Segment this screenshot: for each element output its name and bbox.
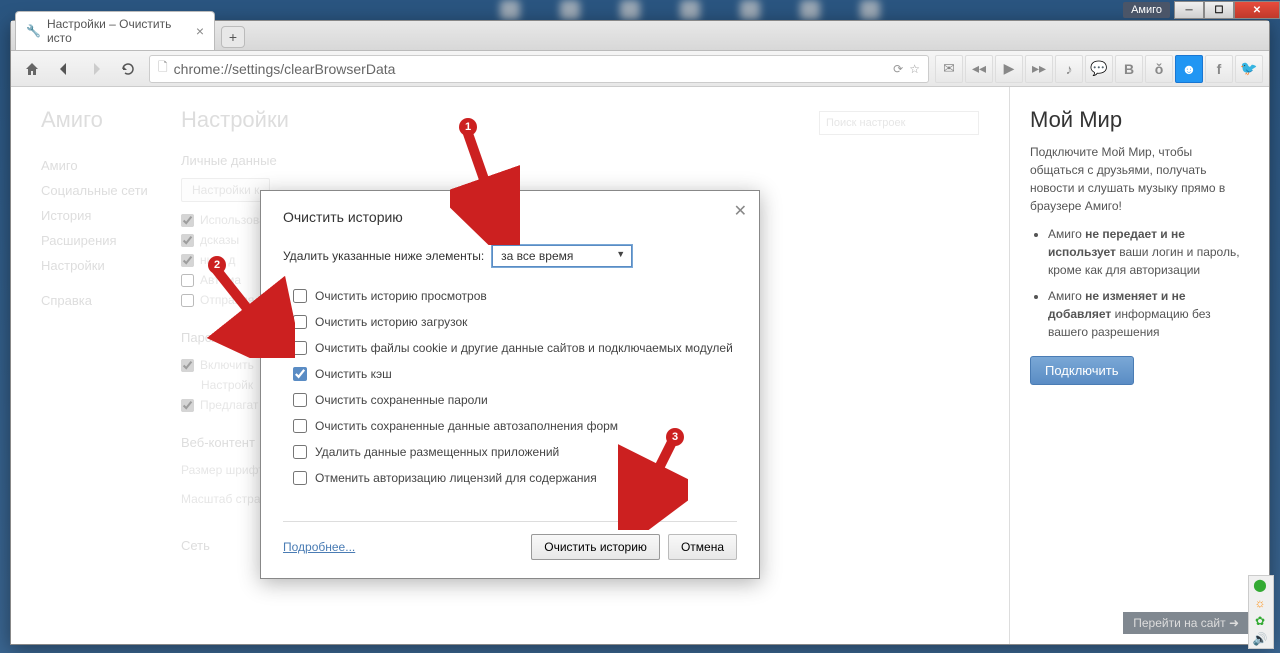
new-tab-button[interactable]: + [221,26,245,48]
url-input[interactable] [174,61,888,77]
checkbox[interactable] [293,289,307,303]
annotation-arrow-1 [450,115,520,245]
app-label: Амиго [1123,2,1170,18]
minimize-button[interactable]: ─ [1174,1,1204,19]
check-download-history[interactable]: Очистить историю загрузок [293,309,737,335]
twitter-icon[interactable]: 🐦 [1235,55,1263,83]
tray-network-icon[interactable]: ☼ [1251,596,1269,610]
window-title-bar: Амиго ─ ☐ ✕ [1123,0,1280,20]
promo-bullet: Амиго не передает и не использует ваши л… [1048,225,1249,279]
close-window-button[interactable]: ✕ [1234,1,1280,19]
mail-icon[interactable]: ✉ [935,55,963,83]
checkbox[interactable] [293,315,307,329]
annotation-badge-1: 1 [459,118,477,136]
system-tray: ⬤ ☼ ✿ 🔊 [1248,575,1274,649]
clear-history-button[interactable]: Очистить историю [531,534,660,560]
checkbox[interactable] [293,471,307,485]
close-tab-button[interactable]: × [196,23,204,39]
moimir-icon[interactable]: ☻ [1175,55,1203,83]
check-cookies[interactable]: Очистить файлы cookie и другие данные са… [293,335,737,361]
tab-title: Настройки – Очистить истo [47,17,186,45]
browser-tab[interactable]: 🔧 Настройки – Очистить истo × [15,11,215,50]
annotation-badge-2: 2 [208,256,226,274]
page-icon: 🗋 [158,58,168,79]
delete-label: Удалить указанные ниже элементы: [283,249,484,263]
checkbox[interactable] [293,393,307,407]
media-next-icon[interactable]: ▸▸ [1025,55,1053,83]
address-bar[interactable]: 🗋 ⟳ ☆ [149,55,929,83]
promo-panel: Мой Мир Подключите Мой Мир, чтобы общать… [1009,87,1269,644]
facebook-icon[interactable]: f [1205,55,1233,83]
media-play-icon[interactable]: ▶ [995,55,1023,83]
cancel-button[interactable]: Отмена [668,534,737,560]
promo-bullet: Амиго не изменяет и не добавляет информа… [1048,287,1249,341]
tray-status-icon[interactable]: ✿ [1251,614,1269,628]
reload-icon[interactable]: ⟳ [893,62,903,76]
dialog-close-button[interactable]: ✕ [734,201,747,221]
tray-sound-icon[interactable]: 🔊 [1251,632,1269,646]
chat-icon[interactable]: 💬 [1085,55,1113,83]
extension-toolbar: ✉ ◂◂ ▶ ▸▸ ♪ 💬 B ǒ ☻ f 🐦 [935,55,1263,83]
tray-usb-icon[interactable]: ⬤ [1251,578,1269,592]
checkbox[interactable] [293,367,307,381]
music-icon[interactable]: ♪ [1055,55,1083,83]
ok-icon[interactable]: ǒ [1145,55,1173,83]
check-cache[interactable]: Очистить кэш [293,361,737,387]
home-icon [24,61,40,77]
media-prev-icon[interactable]: ◂◂ [965,55,993,83]
maximize-button[interactable]: ☐ [1204,1,1234,19]
connect-button[interactable]: Подключить [1030,356,1134,385]
arrow-right-icon [88,61,104,77]
home-button[interactable] [17,55,47,83]
checkbox[interactable] [293,419,307,433]
checkbox[interactable] [293,445,307,459]
time-range-select[interactable]: за все время [492,245,632,267]
reload-button[interactable] [113,55,143,83]
promo-intro: Подключите Мой Мир, чтобы общаться с дру… [1030,143,1249,215]
goto-site-link[interactable]: Перейти на сайт ➜ [1123,612,1249,634]
wrench-icon: 🔧 [26,24,41,38]
check-passwords[interactable]: Очистить сохраненные пароли [293,387,737,413]
forward-button[interactable] [81,55,111,83]
tab-strip: 🔧 Настройки – Очистить истo × + [11,21,1269,51]
check-browsing-history[interactable]: Очистить историю просмотров [293,283,737,309]
checkbox[interactable] [293,341,307,355]
arrow-left-icon [56,61,72,77]
navigation-toolbar: 🗋 ⟳ ☆ ✉ ◂◂ ▶ ▸▸ ♪ 💬 B ǒ ☻ f 🐦 [11,51,1269,87]
more-link[interactable]: Подробнее... [283,540,355,554]
back-button[interactable] [49,55,79,83]
annotation-badge-3: 3 [666,428,684,446]
vk-icon[interactable]: B [1115,55,1143,83]
star-icon[interactable]: ☆ [909,62,920,76]
promo-title: Мой Мир [1030,107,1249,133]
reload-icon [120,61,136,77]
